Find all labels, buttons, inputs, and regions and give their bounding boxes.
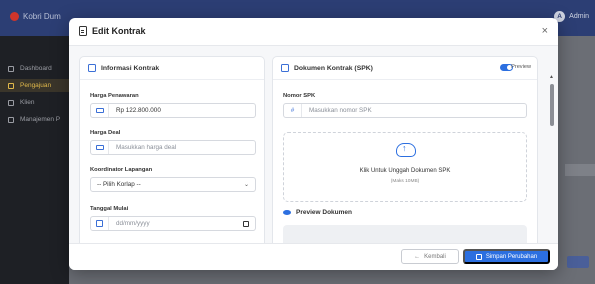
brand-name: Kobri Dum: [23, 12, 61, 21]
table-fragment: [565, 164, 595, 176]
date-picker-icon[interactable]: [243, 221, 249, 227]
close-button[interactable]: ×: [542, 25, 548, 37]
calendar-addon: [91, 217, 109, 230]
sidebar-item-label: Manajemen P: [20, 116, 61, 123]
sidebar-item-dashboard[interactable]: Dashboard: [8, 65, 52, 72]
sidebar-item-manajemen[interactable]: Manajemen P: [8, 116, 60, 123]
pagination-fragment: [567, 256, 589, 268]
brand[interactable]: Kobri Dum: [10, 12, 61, 21]
spk-number-label: Nomor SPK: [283, 93, 316, 99]
sidebar-item-label: Pengajuan: [20, 82, 52, 89]
modal-body: Informasi Kontrak Harga Penawaran Rp 122…: [69, 46, 558, 243]
document-preview-area: [283, 225, 527, 243]
back-button[interactable]: ← Kembali: [401, 249, 459, 264]
spk-document-card: Dokumen Kontrak (SPK) Preview Nomor SPK …: [272, 56, 538, 243]
home-icon: [8, 65, 14, 72]
document-icon: [79, 26, 87, 36]
money-icon: [95, 145, 104, 150]
start-date-label: Tanggal Mulai: [90, 206, 129, 212]
hash-addon: #: [284, 104, 302, 117]
modal-scrollbar[interactable]: [550, 76, 554, 243]
calendar-icon: [96, 220, 103, 227]
sidebar-item-label: Klien: [20, 99, 35, 106]
contract-info-card: Informasi Kontrak Harga Penawaran Rp 122…: [79, 56, 265, 243]
preview-toggle-label: Preview: [511, 64, 531, 70]
brand-logo-icon: [10, 12, 19, 21]
modal-title: Edit Kontrak: [79, 26, 146, 36]
spk-number-field[interactable]: # Masukkan nomor SPK: [283, 103, 527, 118]
card-header: Informasi Kontrak: [80, 57, 264, 80]
sidebar-item-pengajuan[interactable]: Pengajuan: [8, 82, 51, 89]
card-title: Informasi Kontrak: [101, 64, 160, 72]
upload-text: Klik Untuk Unggah Dokumen SPK: [359, 168, 451, 174]
spk-number-placeholder: Masukkan nomor SPK: [309, 107, 372, 114]
coordinator-label: Koordinator Lapangan: [90, 167, 153, 173]
sidebar-item-klien[interactable]: Klien: [8, 99, 34, 106]
file-icon: [281, 64, 289, 72]
arrow-left-icon: ←: [414, 253, 421, 260]
offer-price-label: Harga Penawaran: [90, 93, 139, 99]
info-card-icon: [88, 64, 96, 72]
modal-title-text: Edit Kontrak: [92, 26, 146, 36]
cloud-upload-icon: [396, 143, 416, 157]
spk-upload-dropzone[interactable]: Klik Untuk Unggah Dokumen SPK (Maks 10MB…: [283, 132, 527, 202]
start-date-field[interactable]: dd/mm/yyyy: [90, 216, 256, 231]
start-date-placeholder: dd/mm/yyyy: [116, 220, 150, 227]
money-addon: [91, 104, 109, 117]
back-button-label: Kembali: [424, 253, 446, 260]
eye-icon: [283, 210, 291, 215]
deal-price-label: Harga Deal: [90, 130, 121, 136]
modal-footer: ← Kembali Simpan Perubahan: [69, 243, 558, 270]
save-button-label: Simpan Perubahan: [485, 253, 538, 260]
coordinator-select[interactable]: -- Pilih Korlap -- ⌄: [90, 177, 256, 192]
user-menu[interactable]: A Admin: [554, 11, 589, 22]
chevron-down-icon: ⌄: [243, 182, 249, 188]
save-changes-button[interactable]: Simpan Perubahan: [463, 249, 550, 264]
document-icon: [8, 82, 14, 89]
card-title: Dokumen Kontrak (SPK): [294, 64, 373, 72]
deal-price-field[interactable]: Masukkan harga deal: [90, 140, 256, 155]
save-icon: [475, 253, 482, 260]
preview-heading-text: Preview Dokumen: [296, 209, 352, 216]
preview-heading: Preview Dokumen: [283, 209, 352, 216]
card-header: Dokumen Kontrak (SPK) Preview: [273, 57, 537, 80]
deal-price-placeholder: Masukkan harga deal: [116, 144, 177, 151]
modal-header: Edit Kontrak ×: [69, 18, 558, 46]
money-icon: [95, 108, 104, 113]
coordinator-selected: -- Pilih Korlap --: [97, 181, 141, 188]
money-addon: [91, 141, 109, 154]
sidebar-item-label: Dashboard: [20, 65, 52, 72]
offer-price-field[interactable]: Rp 122.800.000: [90, 103, 256, 118]
user-name: Admin: [569, 13, 589, 20]
offer-price-value: Rp 122.800.000: [116, 107, 161, 114]
upload-size-limit: (Maks 10MB): [390, 179, 420, 184]
users-icon: [8, 99, 14, 106]
scrollbar-thumb[interactable]: [550, 84, 554, 126]
grid-icon: [8, 116, 14, 123]
sidebar: Dashboard Pengajuan Klien Manajemen P: [0, 36, 69, 284]
edit-contract-modal: Edit Kontrak × Informasi Kontrak Harga P…: [69, 18, 558, 270]
